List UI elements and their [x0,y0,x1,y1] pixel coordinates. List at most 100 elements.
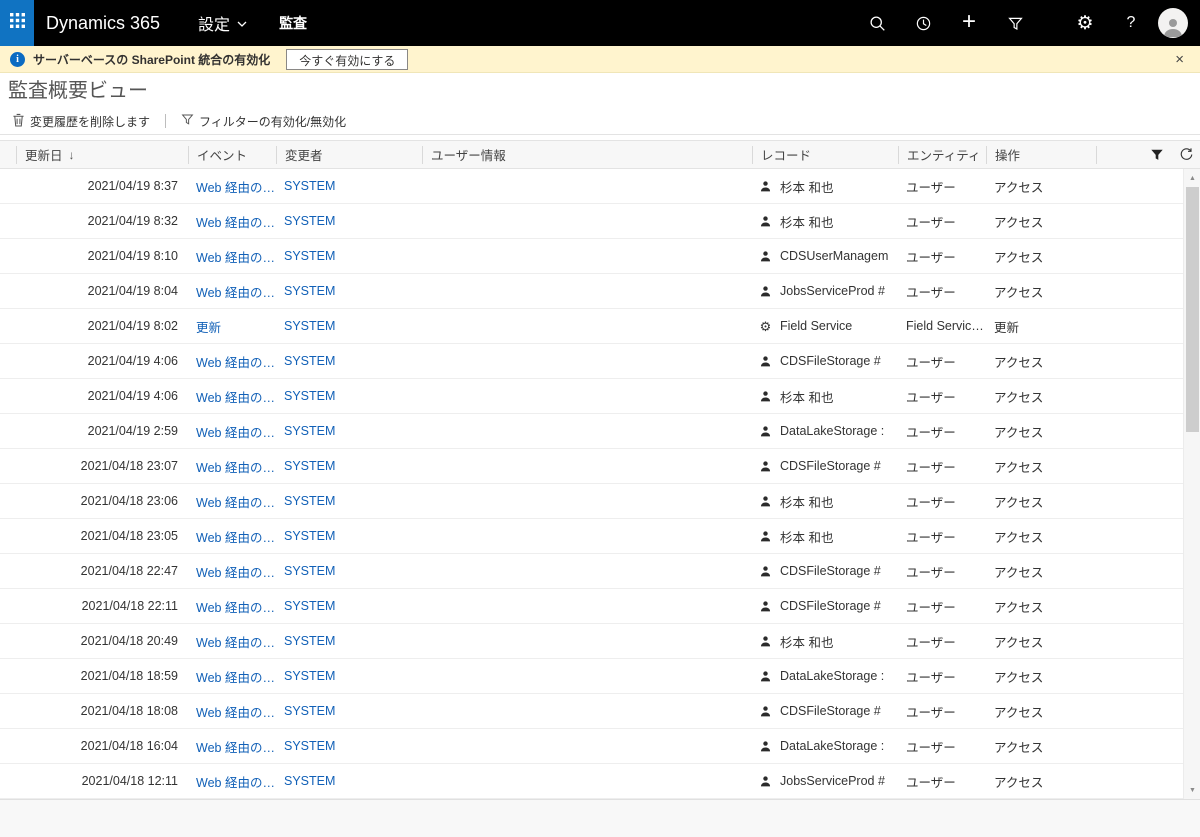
event-link[interactable]: Web 経由の… [196,216,275,230]
event-link[interactable]: Web 経由の… [196,741,275,755]
event-link[interactable]: Web 経由の… [196,601,275,615]
changer-link[interactable]: SYSTEM [284,774,335,788]
cell-record[interactable]: ⚙ 杉本 和也 [752,527,898,546]
table-row[interactable]: 2021/04/18 18:08 Web 経由の… SYSTEM ⚙ CDSFi… [0,694,1200,729]
event-link[interactable]: Web 経由の… [196,671,275,685]
changer-link[interactable]: SYSTEM [284,424,335,438]
changer-link[interactable]: SYSTEM [284,179,335,193]
table-row[interactable]: 2021/04/18 18:59 Web 経由の… SYSTEM ⚙ DataL… [0,659,1200,694]
table-row[interactable]: 2021/04/18 20:49 Web 経由の… SYSTEM ⚙ 杉本 和也… [0,624,1200,659]
event-link[interactable]: Web 経由の… [196,356,275,370]
changer-link[interactable]: SYSTEM [284,354,335,368]
cell-record[interactable]: ⚙ JobsServiceProd # [752,774,898,789]
user-avatar[interactable] [1158,8,1188,38]
scrollbar-thumb[interactable] [1186,187,1199,432]
table-row[interactable]: 2021/04/18 23:05 Web 経由の… SYSTEM ⚙ 杉本 和也… [0,519,1200,554]
cell-record[interactable]: ⚙ CDSFileStorage # [752,564,898,579]
table-row[interactable]: 2021/04/18 23:07 Web 経由の… SYSTEM ⚙ CDSFi… [0,449,1200,484]
changer-link[interactable]: SYSTEM [284,564,335,578]
refresh-icon[interactable] [1179,147,1194,162]
delete-change-history-button[interactable]: 変更履歴を削除します [8,111,154,132]
column-header-changer[interactable]: 変更者 [276,146,422,164]
table-row[interactable]: 2021/04/18 22:47 Web 経由の… SYSTEM ⚙ CDSFi… [0,554,1200,589]
search-icon[interactable] [854,0,900,46]
event-link[interactable]: Web 経由の… [196,251,275,265]
page-nav-label[interactable]: 監査 [279,13,307,33]
changer-link[interactable]: SYSTEM [284,704,335,718]
event-link[interactable]: Web 経由の… [196,531,275,545]
create-new-icon[interactable]: + [946,0,992,46]
event-link[interactable]: Web 経由の… [196,496,275,510]
cell-record[interactable]: ⚙ CDSFileStorage # [752,704,898,719]
table-row[interactable]: 2021/04/19 8:37 Web 経由の… SYSTEM ⚙ 杉本 和也 … [0,169,1200,204]
changer-link[interactable]: SYSTEM [284,739,335,753]
event-link[interactable]: 更新 [196,321,221,335]
event-link[interactable]: Web 経由の… [196,776,275,790]
changer-link[interactable]: SYSTEM [284,669,335,683]
cell-record[interactable]: ⚙ 杉本 和也 [752,387,898,406]
table-row[interactable]: 2021/04/19 8:02 更新 SYSTEM ⚙ Field Servic… [0,309,1200,344]
app-launcher-button[interactable] [0,0,34,46]
recent-items-icon[interactable] [900,0,946,46]
help-icon[interactable]: ? [1108,0,1154,46]
close-icon[interactable]: × [1169,52,1190,67]
cell-record[interactable]: ⚙ DataLakeStorage : [752,424,898,439]
changer-link[interactable]: SYSTEM [284,494,335,508]
cell-record[interactable]: ⚙ 杉本 和也 [752,632,898,651]
area-switcher[interactable]: 設定 [198,11,247,35]
cell-record[interactable]: ⚙ DataLakeStorage : [752,739,898,754]
event-link[interactable]: Web 経由の… [196,286,275,300]
column-header-event[interactable]: イベント [188,146,276,164]
cell-record[interactable]: ⚙ CDSUserManagem [752,249,898,264]
event-link[interactable]: Web 経由の… [196,461,275,475]
event-link[interactable]: Web 経由の… [196,426,275,440]
cell-record[interactable]: ⚙ 杉本 和也 [752,492,898,511]
vertical-scrollbar[interactable]: ▲ ▼ [1183,169,1200,799]
table-row[interactable]: 2021/04/18 12:11 Web 経由の… SYSTEM ⚙ JobsS… [0,764,1200,799]
scroll-up-button[interactable]: ▲ [1184,170,1200,186]
scroll-down-button[interactable]: ▼ [1184,782,1200,798]
cell-record[interactable]: ⚙ 杉本 和也 [752,177,898,196]
changer-link[interactable]: SYSTEM [284,634,335,648]
advanced-find-filter-icon[interactable] [992,0,1038,46]
changer-link[interactable]: SYSTEM [284,214,335,228]
cell-record[interactable]: ⚙ JobsServiceProd # [752,284,898,299]
event-link[interactable]: Web 経由の… [196,566,275,580]
brand-title[interactable]: Dynamics 365 [46,13,160,34]
cell-record[interactable]: ⚙ DataLakeStorage : [752,669,898,684]
grid-filter-icon[interactable] [1150,148,1164,162]
table-row[interactable]: 2021/04/18 16:04 Web 経由の… SYSTEM ⚙ DataL… [0,729,1200,764]
column-header-entity[interactable]: エンティティ [898,146,986,164]
changer-link[interactable]: SYSTEM [284,319,335,333]
column-header-date[interactable]: 更新日 ↓ [16,146,188,164]
column-header-operation[interactable]: 操作 [986,146,1096,164]
enable-now-button[interactable]: 今すぐ有効にする [286,49,408,70]
changer-link[interactable]: SYSTEM [284,529,335,543]
changer-link[interactable]: SYSTEM [284,459,335,473]
cell-record[interactable]: ⚙ Field Service [752,319,898,334]
event-link[interactable]: Web 経由の… [196,706,275,720]
table-row[interactable]: 2021/04/19 2:59 Web 経由の… SYSTEM ⚙ DataLa… [0,414,1200,449]
column-header-record[interactable]: レコード [752,146,898,164]
event-link[interactable]: Web 経由の… [196,391,275,405]
toggle-filter-button[interactable]: フィルターの有効化/無効化 [177,111,350,132]
changer-link[interactable]: SYSTEM [284,249,335,263]
cell-record[interactable]: ⚙ CDSFileStorage # [752,459,898,474]
changer-link[interactable]: SYSTEM [284,389,335,403]
changer-link[interactable]: SYSTEM [284,599,335,613]
table-row[interactable]: 2021/04/19 8:32 Web 経由の… SYSTEM ⚙ 杉本 和也 … [0,204,1200,239]
event-link[interactable]: Web 経由の… [196,636,275,650]
table-row[interactable]: 2021/04/19 8:10 Web 経由の… SYSTEM ⚙ CDSUse… [0,239,1200,274]
table-row[interactable]: 2021/04/19 4:06 Web 経由の… SYSTEM ⚙ CDSFil… [0,344,1200,379]
table-row[interactable]: 2021/04/18 23:06 Web 経由の… SYSTEM ⚙ 杉本 和也… [0,484,1200,519]
table-row[interactable]: 2021/04/18 22:11 Web 経由の… SYSTEM ⚙ CDSFi… [0,589,1200,624]
event-link[interactable]: Web 経由の… [196,181,275,195]
column-header-user-info[interactable]: ユーザー情報 [422,146,752,164]
cell-record[interactable]: ⚙ CDSFileStorage # [752,599,898,614]
table-row[interactable]: 2021/04/19 8:04 Web 経由の… SYSTEM ⚙ JobsSe… [0,274,1200,309]
changer-link[interactable]: SYSTEM [284,284,335,298]
cell-record[interactable]: ⚙ 杉本 和也 [752,212,898,231]
settings-gear-icon[interactable]: ⚙ [1062,0,1108,46]
cell-record[interactable]: ⚙ CDSFileStorage # [752,354,898,369]
table-row[interactable]: 2021/04/19 4:06 Web 経由の… SYSTEM ⚙ 杉本 和也 … [0,379,1200,414]
